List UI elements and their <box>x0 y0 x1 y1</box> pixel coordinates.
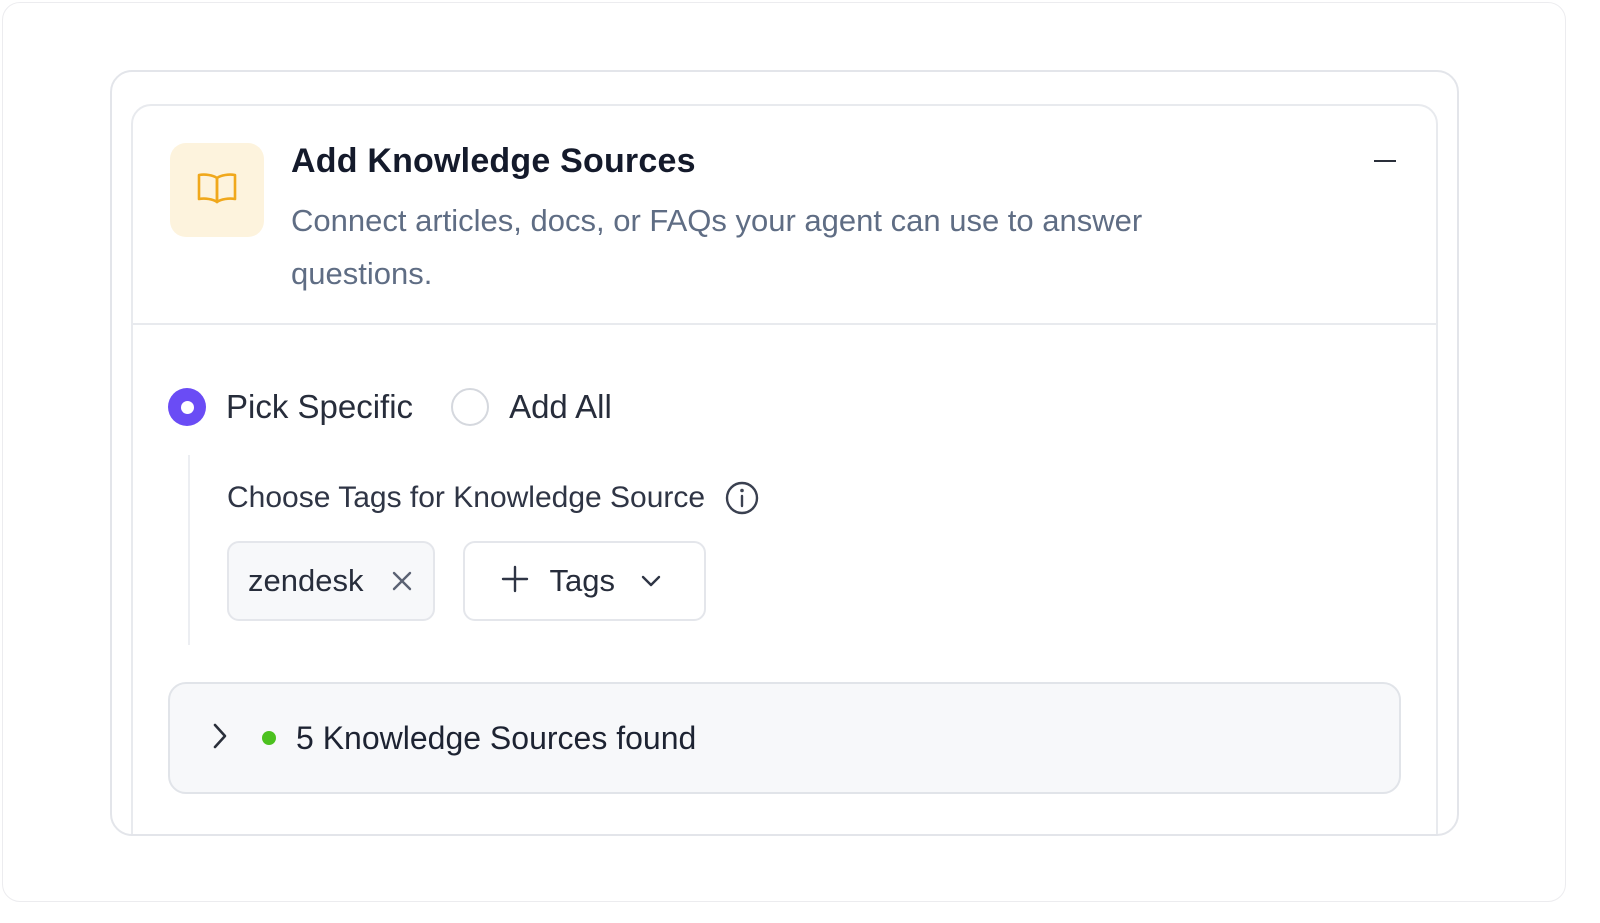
radio-add-all[interactable]: Add All <box>451 388 612 426</box>
radio-label-add-all: Add All <box>509 388 612 425</box>
minus-icon <box>1374 160 1396 162</box>
radio-checked-indicator[interactable] <box>168 388 206 426</box>
selection-mode-group: Pick Specific Add All <box>168 388 612 426</box>
results-count-text: 5 Knowledge Sources found <box>296 719 697 756</box>
tag-chip-label: zendesk <box>248 563 364 598</box>
panel-header: Add Knowledge Sources Connect articles, … <box>133 106 1436 325</box>
tags-label-row: Choose Tags for Knowledge Source <box>227 481 759 515</box>
tag-chip: zendesk <box>227 541 436 621</box>
tags-label: Choose Tags for Knowledge Source <box>227 481 706 514</box>
info-icon[interactable] <box>725 481 759 515</box>
book-open-icon <box>196 171 238 210</box>
chevron-right-icon <box>212 723 228 754</box>
knowledge-sources-panel: Add Knowledge Sources Connect articles, … <box>131 104 1438 834</box>
status-dot <box>262 731 276 745</box>
tags-chips-row: zendesk Tags <box>227 541 707 621</box>
chevron-down-icon <box>641 575 661 587</box>
panel-title: Add Knowledge Sources <box>291 142 696 180</box>
results-expander[interactable]: 5 Knowledge Sources found <box>168 682 1401 794</box>
plus-icon <box>501 565 529 598</box>
panel-icon-tile <box>170 143 264 237</box>
collapse-button[interactable] <box>1365 146 1405 176</box>
add-tags-button[interactable]: Tags <box>463 541 707 621</box>
radio-pick-specific[interactable]: Pick Specific <box>168 388 413 426</box>
outer-card: Add Knowledge Sources Connect articles, … <box>110 70 1459 836</box>
close-icon[interactable] <box>389 568 415 594</box>
add-tags-label: Tags <box>549 563 615 598</box>
radio-label-pick-specific: Pick Specific <box>226 388 414 425</box>
indent-divider <box>188 455 190 645</box>
radio-unchecked-indicator[interactable] <box>451 388 490 426</box>
panel-subtitle: Connect articles, docs, or FAQs your age… <box>291 203 1143 291</box>
